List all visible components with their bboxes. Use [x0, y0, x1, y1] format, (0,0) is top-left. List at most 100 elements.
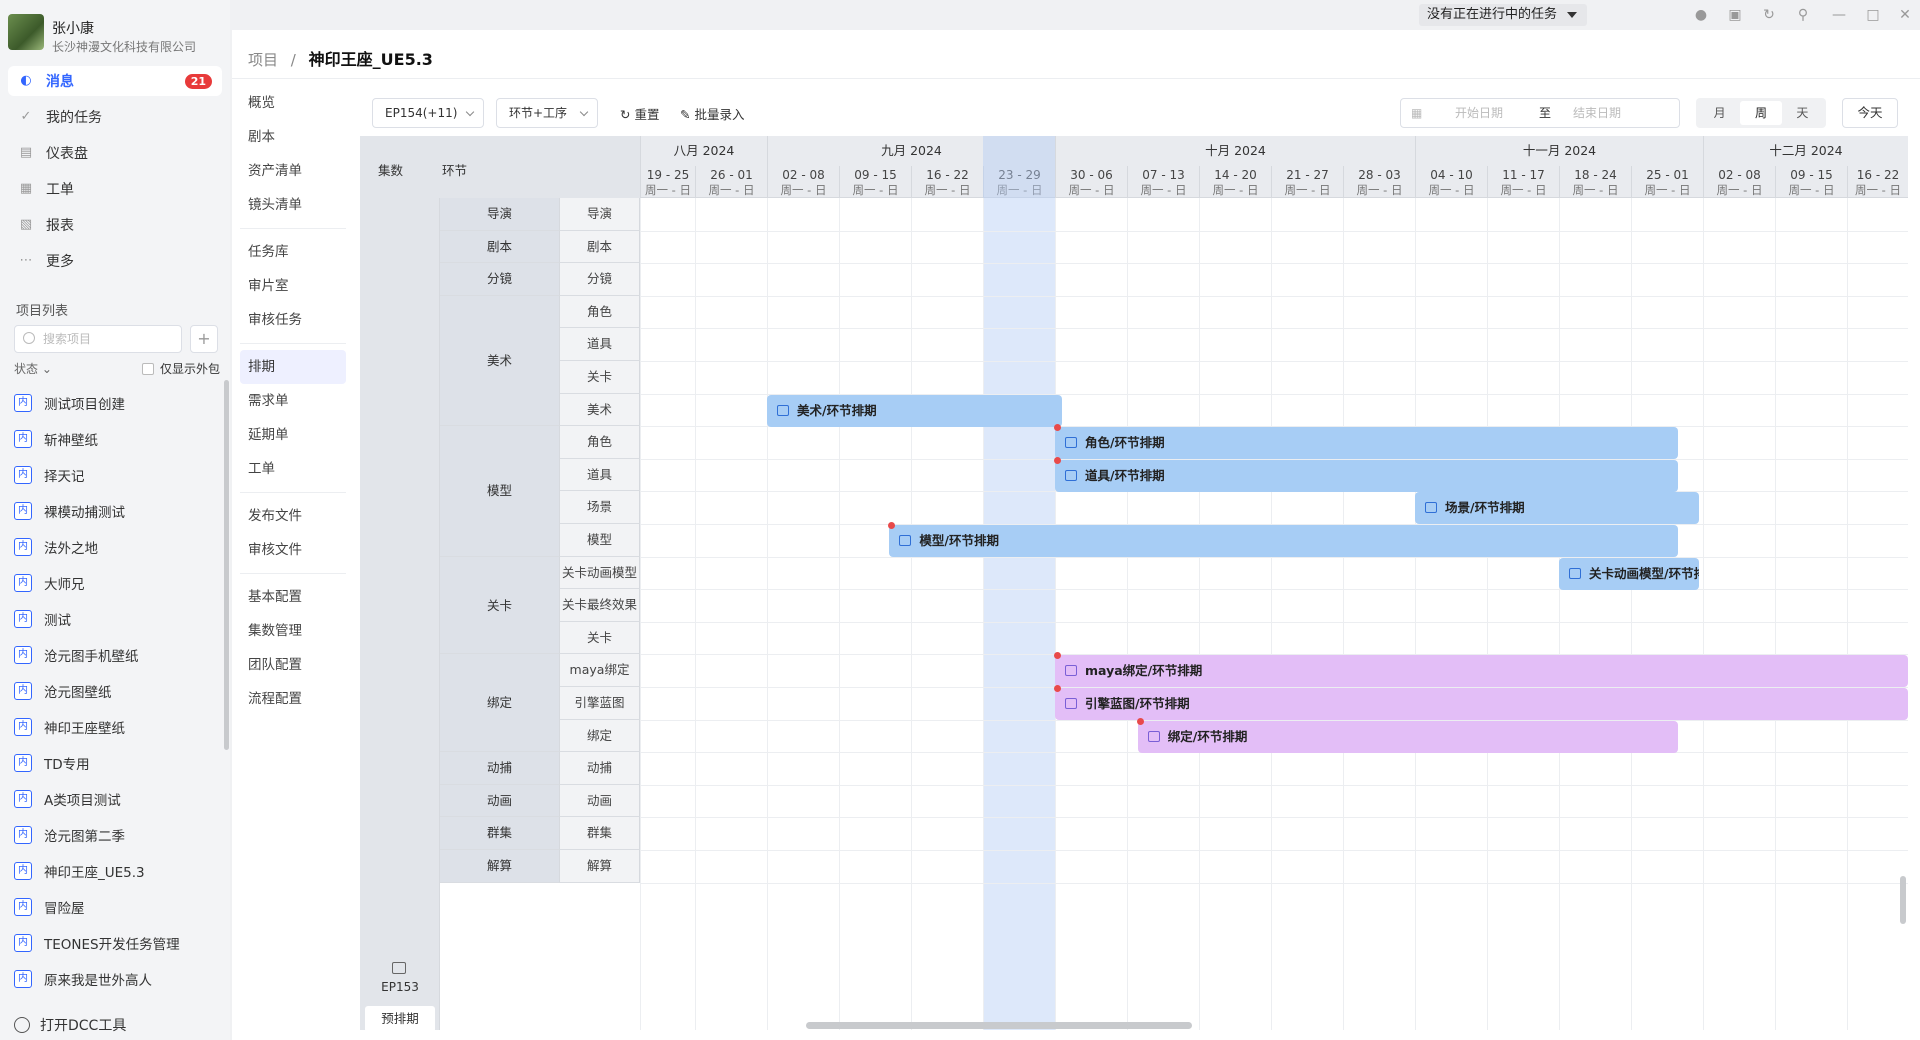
nav-item-4[interactable]: ▧ 报表	[8, 210, 222, 240]
project-item[interactable]: 内斩神壁纸	[8, 421, 222, 457]
external-only-checkbox[interactable]: 仅显示外包	[142, 360, 220, 377]
project-search-input[interactable]: 搜索项目	[14, 325, 182, 353]
open-episode-icon[interactable]	[392, 962, 406, 974]
project-list: 内测试项目创建内斩神壁纸内择天记内裸模动捕测试内法外之地内大师兄内测试内沧元图手…	[8, 385, 222, 997]
batch-entry-button[interactable]: ✎ 批量录入	[680, 104, 744, 123]
minimize-icon[interactable]: —	[1830, 6, 1848, 24]
view-option[interactable]: 周	[1740, 101, 1782, 125]
left-sidebar: 张小康 长沙神漫文化科技有限公司 ◐ 消息 21 ✓ 我的任务 ▤ 仪表盘 ▦ 工单 ▧ 报表 ⋯ 更多…	[0, 0, 230, 1040]
reset-button[interactable]: ↻ 重置	[620, 104, 659, 123]
schedule-bar[interactable]: 关卡动画模型/环节排期	[1559, 557, 1700, 590]
episode-select[interactable]: EP154(+11)	[372, 98, 484, 128]
schedule-bar[interactable]: 道具/环节排期	[1055, 459, 1678, 492]
week-range: 21 - 27	[1286, 168, 1329, 182]
maximize-icon[interactable]: □	[1864, 6, 1882, 24]
project-item[interactable]: 内法外之地	[8, 529, 222, 565]
vertical-scrollbar[interactable]	[1900, 876, 1906, 924]
project-item[interactable]: 内沧元图第二季	[8, 817, 222, 853]
status-filter[interactable]: 状态 ⌄	[14, 360, 52, 377]
subnav-item[interactable]: 审片室	[240, 269, 346, 303]
date-range-picker[interactable]: ▦ 开始日期 至 结束日期	[1400, 98, 1680, 128]
breadcrumb: 项目 / 神印王座_UE5.3	[248, 46, 433, 70]
subnav-item[interactable]: 任务库	[240, 235, 346, 269]
subnav-item[interactable]: 发布文件	[240, 499, 346, 533]
project-list-scrollbar[interactable]	[224, 380, 229, 750]
info-icon[interactable]: ●	[1692, 6, 1710, 24]
task-status-dropdown[interactable]: 没有正在进行中的任务	[1418, 4, 1587, 26]
week-header: 26 - 01 周一 - 日	[695, 166, 767, 198]
today-button[interactable]: 今天	[1842, 98, 1898, 128]
subnav-item[interactable]: 需求单	[240, 384, 346, 418]
subnav-item[interactable]: 工单	[240, 452, 346, 486]
project-item[interactable]: 内测试项目创建	[8, 385, 222, 421]
project-name: A类项目测试	[44, 793, 121, 809]
open-dcc-tools-button[interactable]: 打开DCC工具	[14, 1015, 126, 1035]
schedule-bar[interactable]: 模型/环节排期	[889, 525, 1678, 557]
subnav-item[interactable]: 集数管理	[240, 614, 346, 648]
end-date-input[interactable]: 结束日期	[1573, 99, 1621, 127]
refresh-icon[interactable]: ↻	[1760, 6, 1778, 24]
report-icon: ▧	[19, 217, 33, 232]
view-option[interactable]: 月	[1699, 101, 1740, 125]
subnav-item[interactable]: 排期	[240, 350, 346, 384]
grid-column-line	[839, 198, 840, 1030]
schedule-bar[interactable]: maya绑定/环节排期	[1055, 655, 1908, 688]
schedule-bar[interactable]: 引擎蓝图/环节排期	[1055, 688, 1908, 720]
week-days: 周一 - 日	[1716, 183, 1763, 197]
project-item[interactable]: 内原来我是世外高人	[8, 961, 222, 997]
project-item[interactable]: 内神印王座壁纸	[8, 709, 222, 745]
week-days: 周一 - 日	[1644, 183, 1691, 197]
horizontal-scrollbar[interactable]	[806, 1022, 1192, 1029]
project-item[interactable]: 内沧元图手机壁纸	[8, 637, 222, 673]
subnav-item[interactable]: 概览	[240, 86, 346, 120]
week-header: 09 - 15 周一 - 日	[1775, 166, 1847, 198]
mode-select-value: 环节+工序	[509, 106, 568, 120]
close-icon[interactable]: ✕	[1896, 6, 1914, 24]
project-item[interactable]: 内裸模动捕测试	[8, 493, 222, 529]
stage-header-label: 环节	[442, 163, 468, 178]
checkbox-box[interactable]	[142, 362, 154, 375]
add-project-button[interactable]: +	[190, 325, 218, 353]
project-item[interactable]: 内大师兄	[8, 565, 222, 601]
project-item[interactable]: 内择天记	[8, 457, 222, 493]
nav-item-5[interactable]: ⋯ 更多	[8, 246, 222, 276]
project-item[interactable]: 内测试	[8, 601, 222, 637]
project-name: 沧元图第二季	[44, 829, 125, 845]
project-item[interactable]: 内 TEONES开发任务管理	[8, 925, 222, 961]
subnav-item[interactable]: 镜头清单	[240, 188, 346, 222]
nav-item-1[interactable]: ✓ 我的任务	[8, 102, 222, 132]
mode-select[interactable]: 环节+工序	[496, 98, 598, 128]
nav-item-0[interactable]: ◐ 消息 21	[8, 66, 222, 96]
pre-schedule-button[interactable]: 预排期	[365, 1006, 435, 1030]
start-date-input[interactable]: 开始日期	[1455, 99, 1503, 127]
nav-item-2[interactable]: ▤ 仪表盘	[8, 138, 222, 168]
grid-row-line	[640, 295, 1908, 297]
breadcrumb-root[interactable]: 项目	[248, 51, 278, 69]
subnav-item[interactable]: 剧本	[240, 120, 346, 154]
schedule-bar[interactable]: 角色/环节排期	[1055, 427, 1678, 460]
view-option[interactable]: 天	[1782, 101, 1823, 125]
pin-icon[interactable]: ⚲	[1794, 6, 1812, 24]
project-item[interactable]: 内神印王座_UE5.3	[8, 853, 222, 889]
project-item[interactable]: 内 A类项目测试	[8, 781, 222, 817]
month-header: 十一月 2024	[1415, 136, 1703, 166]
grid-row-line	[640, 328, 1908, 330]
project-item[interactable]: 内 TD专用	[8, 745, 222, 781]
schedule-bar[interactable]: 绑定/环节排期	[1137, 720, 1678, 753]
schedule-bar[interactable]: 美术/环节排期	[767, 394, 1063, 427]
stage-cell: 动捕	[440, 752, 560, 785]
subnav-item[interactable]: 审核任务	[240, 303, 346, 337]
subnav-item[interactable]: 审核文件	[240, 533, 346, 567]
subnav-item[interactable]: 团队配置	[240, 648, 346, 682]
subnav-item[interactable]: 流程配置	[240, 682, 346, 716]
project-item[interactable]: 内沧元图壁纸	[8, 673, 222, 709]
subnav-item[interactable]: 资产清单	[240, 154, 346, 188]
schedule-bar[interactable]: 场景/环节排期	[1415, 492, 1700, 525]
tray-icon[interactable]: ▣	[1726, 6, 1744, 24]
week-range: 18 - 24	[1574, 168, 1617, 182]
subnav-item[interactable]: 基本配置	[240, 580, 346, 614]
project-item[interactable]: 内冒险屋	[8, 889, 222, 925]
nav-item-3[interactable]: ▦ 工单	[8, 174, 222, 204]
grid-column-line	[1703, 198, 1704, 1030]
subnav-item[interactable]: 延期单	[240, 418, 346, 452]
